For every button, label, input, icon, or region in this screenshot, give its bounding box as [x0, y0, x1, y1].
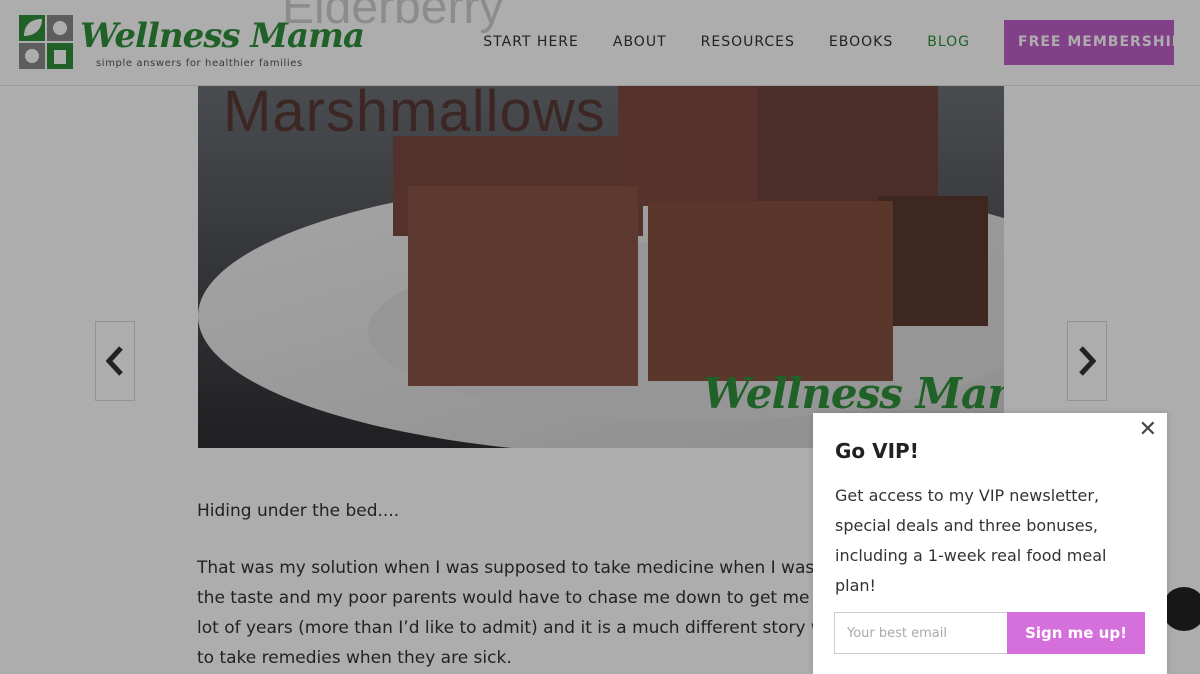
nav-resources[interactable]: RESOURCES [701, 34, 795, 50]
article-line: to take remedies when they are sick. [197, 648, 512, 668]
article-paragraph: That was my solution when I was supposed… [197, 553, 857, 673]
next-slide-button[interactable] [1067, 321, 1107, 401]
free-membership-button[interactable]: FREE MEMBERSHIP [1004, 19, 1182, 65]
main-nav: START HERE ABOUT RESOURCES EBOOKS BLOG F… [483, 0, 1200, 84]
article-line: the taste and my poor parents would have… [197, 588, 832, 608]
nav-blog[interactable]: BLOG [927, 34, 970, 50]
site-header: Wellness Mama simple answers for healthi… [0, 0, 1200, 86]
hero-title: Marshmallows [223, 86, 606, 144]
article-body: Hiding under the bed.... That was my sol… [197, 496, 857, 674]
chevron-right-icon [1079, 346, 1097, 376]
nav-about[interactable]: ABOUT [613, 34, 667, 50]
chevron-left-icon [105, 346, 123, 376]
signup-form: Sign me up! [834, 612, 1145, 654]
article-line: Hiding under the bed.... [197, 501, 400, 521]
sign-up-button[interactable]: Sign me up! [1007, 612, 1145, 654]
hero-image: Marshmallows Wellness Mama [198, 86, 1004, 448]
floating-action-button[interactable] [1162, 587, 1200, 631]
article-paragraph: Hiding under the bed.... [197, 496, 857, 526]
nav-ebooks[interactable]: EBOOKS [829, 34, 893, 50]
leaf-logo-icon [19, 15, 73, 69]
nav-start-here[interactable]: START HERE [483, 34, 579, 50]
popup-description: Get access to my VIP newsletter, special… [835, 486, 1107, 595]
logo-tagline: simple answers for healthier families [96, 58, 303, 69]
hero-title-partial: Elderberry [282, 0, 504, 34]
hero-watermark: Wellness Mama [703, 369, 1004, 418]
prev-slide-button[interactable] [95, 321, 135, 401]
article-line: lot of years (more than I’d like to admi… [197, 618, 847, 638]
article-line: That was my solution when I was supposed… [197, 558, 834, 578]
email-field[interactable] [834, 612, 1007, 654]
popup-title: Go VIP! [835, 439, 919, 463]
site-logo[interactable]: Wellness Mama simple answers for healthi… [18, 14, 365, 74]
vip-signup-popup: ✕ Go VIP! Get access to my VIP newslette… [813, 413, 1167, 674]
close-icon[interactable]: ✕ [1139, 419, 1157, 441]
